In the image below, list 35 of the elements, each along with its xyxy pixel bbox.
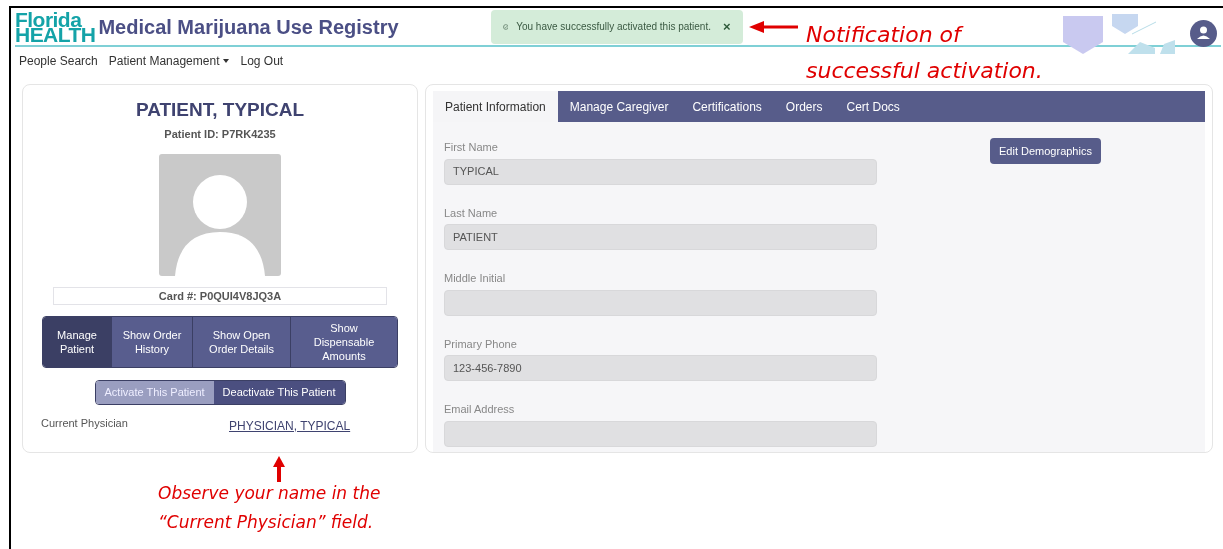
action-tab[interactable]: Show Open Order Details: [193, 317, 291, 367]
annotation-text: successful activation.: [806, 57, 1043, 85]
field-label: Last Name: [444, 205, 499, 221]
field-label: Middle Initial: [444, 271, 507, 286]
tab[interactable]: Manage Caregiver: [557, 91, 681, 122]
action-tab[interactable]: Show Order History: [112, 317, 193, 367]
card-number: Card #: P0QUI4V8JQ3A: [53, 287, 387, 305]
patient-name: PATIENT, TYPICAL: [135, 98, 305, 122]
field-label: Primary Phone: [444, 336, 518, 352]
tab[interactable]: Patient Information: [433, 91, 558, 122]
input-field[interactable]: TYPICAL: [444, 158, 877, 185]
edit-demographics-button[interactable]: Edit Demographics: [990, 138, 1101, 165]
action-tab[interactable]: Manage Patient: [43, 317, 112, 367]
annotation-text: Observe your name in the: [158, 482, 381, 505]
physician-label: Current Physician: [41, 416, 129, 431]
close-button[interactable]: ×: [722, 20, 731, 34]
action-tab[interactable]: Show Dispensable Amounts: [291, 317, 397, 367]
status-button[interactable]: Deactivate This Patient: [213, 381, 345, 404]
tab[interactable]: Orders: [773, 91, 835, 122]
patient-id: Patient ID: P7RK4235: [164, 126, 276, 142]
field-label: First Name: [444, 140, 499, 155]
nav-link[interactable]: Log Out: [240, 51, 284, 70]
field-label: Email Address: [444, 402, 516, 417]
input-field[interactable]: PATIENT: [444, 224, 877, 250]
physician-link[interactable]: PHYSICIAN, TYPICAL: [229, 417, 351, 435]
app-title: Medical Marijuana Use Registry: [98, 14, 399, 40]
tab[interactable]: Certifications: [680, 91, 774, 122]
nav-link[interactable]: People Search: [19, 51, 98, 70]
annotation-text: “Current Physician” field.: [158, 511, 375, 534]
notification-text: You have successfully activated this patient.: [516, 20, 711, 35]
nav-dropdown[interactable]: Patient Management: [108, 51, 230, 70]
input-field[interactable]: 123-456-7890: [444, 355, 877, 381]
logo: Florida HEALTH: [15, 11, 96, 42]
annotation-text: Notification of: [806, 17, 1043, 53]
tab[interactable]: Cert Docs: [834, 91, 912, 122]
